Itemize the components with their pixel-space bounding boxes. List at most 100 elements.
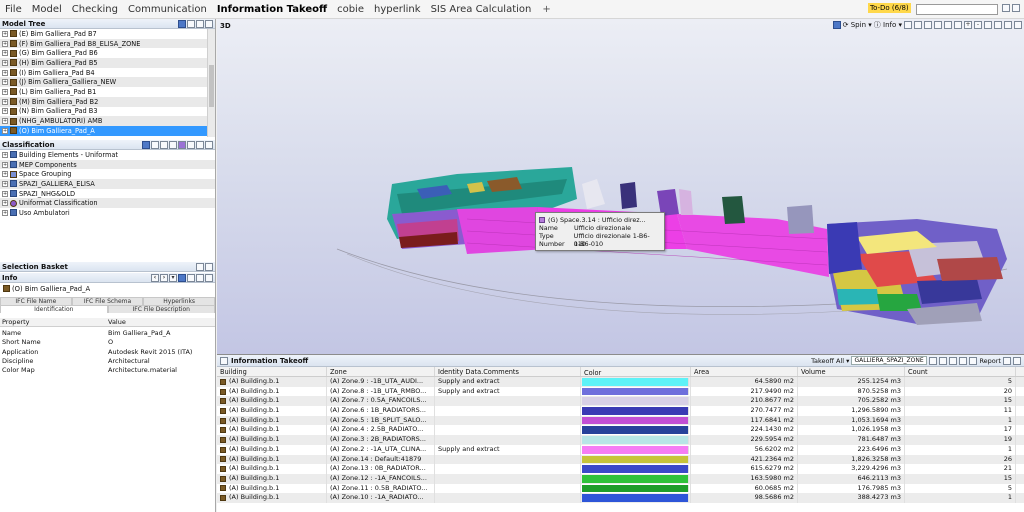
info-tab[interactable]: IFC File Schema [71,297,144,305]
add-tab-button[interactable]: + [536,4,556,15]
column-header[interactable]: Count [905,367,1016,376]
classification-item[interactable]: + Space Grouping [0,169,215,179]
expand-icon[interactable]: + [2,209,8,216]
menu-item[interactable]: File [0,4,27,15]
expand-icon[interactable]: + [2,151,8,158]
forward-icon[interactable]: › [160,274,168,282]
info-tab[interactable]: IFC File Name [0,297,72,305]
column-header[interactable]: Area [691,367,798,376]
expand-icon[interactable]: + [2,190,8,197]
column-header[interactable]: Zone [327,367,435,376]
settings-icon[interactable] [1002,4,1010,12]
expand-icon[interactable]: + [2,171,8,178]
minimize-icon[interactable] [196,141,204,149]
column-header[interactable]: Volume [798,367,905,376]
expand-icon[interactable]: + [2,59,8,66]
expand-icon[interactable]: + [2,69,8,76]
help-icon[interactable] [1012,4,1020,12]
export-icon[interactable] [949,356,958,365]
refresh-icon[interactable] [178,274,186,282]
menu-item[interactable]: cobie [332,4,369,15]
expand-icon[interactable]: + [2,161,8,168]
expand-icon[interactable]: + [2,180,8,187]
expand-icon[interactable]: + [2,98,8,105]
table-row[interactable]: (A) Building.b.1 (A) Zone.13 : 0B_RADIATO… [217,464,1024,474]
menu-item[interactable]: Communication [123,4,212,15]
minimize-icon[interactable] [196,20,204,28]
classify-icon[interactable] [142,141,150,149]
table-row[interactable]: (A) Building.b.1 (A) Zone.3 : 2B_RADIATOR… [217,435,1024,445]
menu-item[interactable]: SIS Area Calculation [426,4,537,15]
expand-icon[interactable] [187,274,195,282]
tree-item[interactable]: + (F) Bim Galliera_Pad B8_ELISA_ZONE [0,38,215,49]
column-header[interactable]: Identity Data.Comments [435,367,581,376]
tree-item[interactable]: + (H) Bim Galliera_Pad B5 [0,58,215,68]
classification-item[interactable]: + SPAZI_NHG&OLD [0,189,215,199]
settings-icon[interactable] [959,356,968,365]
classification-item[interactable]: + Uniformat Classification [0,198,215,209]
minimize-icon[interactable] [196,274,204,282]
tree-item[interactable]: + (I) Bim Galliera_Pad B4 [0,68,215,78]
info-tab[interactable]: Hyperlinks [143,297,216,305]
expand-icon[interactable]: + [2,127,8,134]
tree-item[interactable]: + (G) Bim Galliera_Pad B6 [0,48,215,58]
expand-icon[interactable]: + [2,200,8,207]
table-row[interactable]: (A) Building.b.1 (A) Zone.10 : -1A_RADIAT… [217,493,1024,503]
table-row[interactable]: (A) Building.b.1 (A) Zone.9 : -1B_UTA_AUD… [217,377,1024,387]
close-icon[interactable] [205,263,213,271]
classification-item[interactable]: + Building Elements - Uniformat [0,150,215,160]
filter-icon[interactable] [187,20,195,28]
back-icon[interactable]: ‹ [151,274,159,282]
expand-icon[interactable] [196,263,204,271]
close-icon[interactable] [205,141,213,149]
takeoff-all-button[interactable]: Takeoff All ▾ [811,357,849,365]
report-icon[interactable] [969,356,978,365]
menu-item[interactable]: Checking [67,4,123,15]
tree-item[interactable]: + (O) Bim Galliera_Pad_A [0,125,215,136]
close-icon[interactable] [205,274,213,282]
edit-icon[interactable] [169,141,177,149]
table-row[interactable]: (A) Building.b.1 (A) Zone.7 : 0.5A_FANCOI… [217,396,1024,407]
building-model[interactable] [217,19,1024,354]
tree-item[interactable]: + (E) Bim Galliera_Pad B7 [0,29,215,39]
expand-icon[interactable]: + [2,79,8,86]
table-row[interactable]: (A) Building.b.1 (A) Zone.6 : 1B_RADIATOR… [217,406,1024,416]
table-row[interactable]: (A) Building.b.1 (A) Zone.11 : 0.5B_RADIA… [217,483,1024,494]
report-button[interactable]: Report [979,357,1001,365]
table-row[interactable]: (A) Building.b.1 (A) Zone.2 : -1A_UTA_CLI… [217,444,1024,455]
menu-item[interactable]: hyperlink [369,4,426,15]
expand-icon[interactable]: + [2,30,8,37]
menu-item[interactable]: Information Takeoff [212,4,332,15]
scroll-thumb[interactable] [209,65,214,107]
expand-icon[interactable] [187,141,195,149]
zone-filter-select[interactable]: GALLIERA_SPAZI_ZONE [851,356,928,365]
classification-item[interactable]: + SPAZI_GALLIERA_ELISA [0,179,215,189]
close-icon[interactable] [205,20,213,28]
tree-item[interactable]: + (L) Bim Galliera_Pad B1 [0,87,215,97]
tree-item[interactable]: + (NHG_AMBULATORI) AMB [0,116,215,126]
tree-item[interactable]: + (N) Bim Galliera_Pad B3 [0,107,215,117]
expand-icon[interactable]: + [2,88,8,95]
expand-icon[interactable] [1003,356,1011,365]
info-tab[interactable]: IFC File Description [107,305,215,313]
info-tab[interactable]: Identification [0,305,108,313]
expand-icon[interactable]: + [2,118,8,125]
copy-icon[interactable] [160,141,168,149]
3d-viewport[interactable]: 3D ⟳ Spin ▾ ⓘ Info ▾ + - (G) Space.3.14 … [217,19,1024,354]
dropdown-icon[interactable]: ▾ [169,274,177,282]
table-icon[interactable] [929,356,938,365]
table-row[interactable]: (A) Building.b.1 (A) Zone.14 : Default:41… [217,454,1024,465]
classification-item[interactable]: + MEP Components [0,159,215,170]
expand-icon[interactable]: + [2,50,8,57]
add-icon[interactable] [151,141,159,149]
search-input[interactable] [916,4,998,15]
column-header[interactable]: Color [581,367,691,377]
tree-item[interactable]: + (J) Bim Galliera_Galliera_NEW [0,77,215,88]
expand-icon[interactable]: + [2,108,8,115]
table-row[interactable]: (A) Building.b.1 (A) Zone.8 : -1B_UTA_RMB… [217,386,1024,397]
color-icon[interactable] [178,141,186,149]
menu-item[interactable]: Model [27,4,67,15]
table-row[interactable]: (A) Building.b.1 (A) Zone.5 : 1B_SPLIT_SA… [217,415,1024,426]
classification-item[interactable]: + Uso Ambulatori [0,208,215,218]
tree-item[interactable]: + (M) Bim Galliera_Pad B2 [0,96,215,107]
